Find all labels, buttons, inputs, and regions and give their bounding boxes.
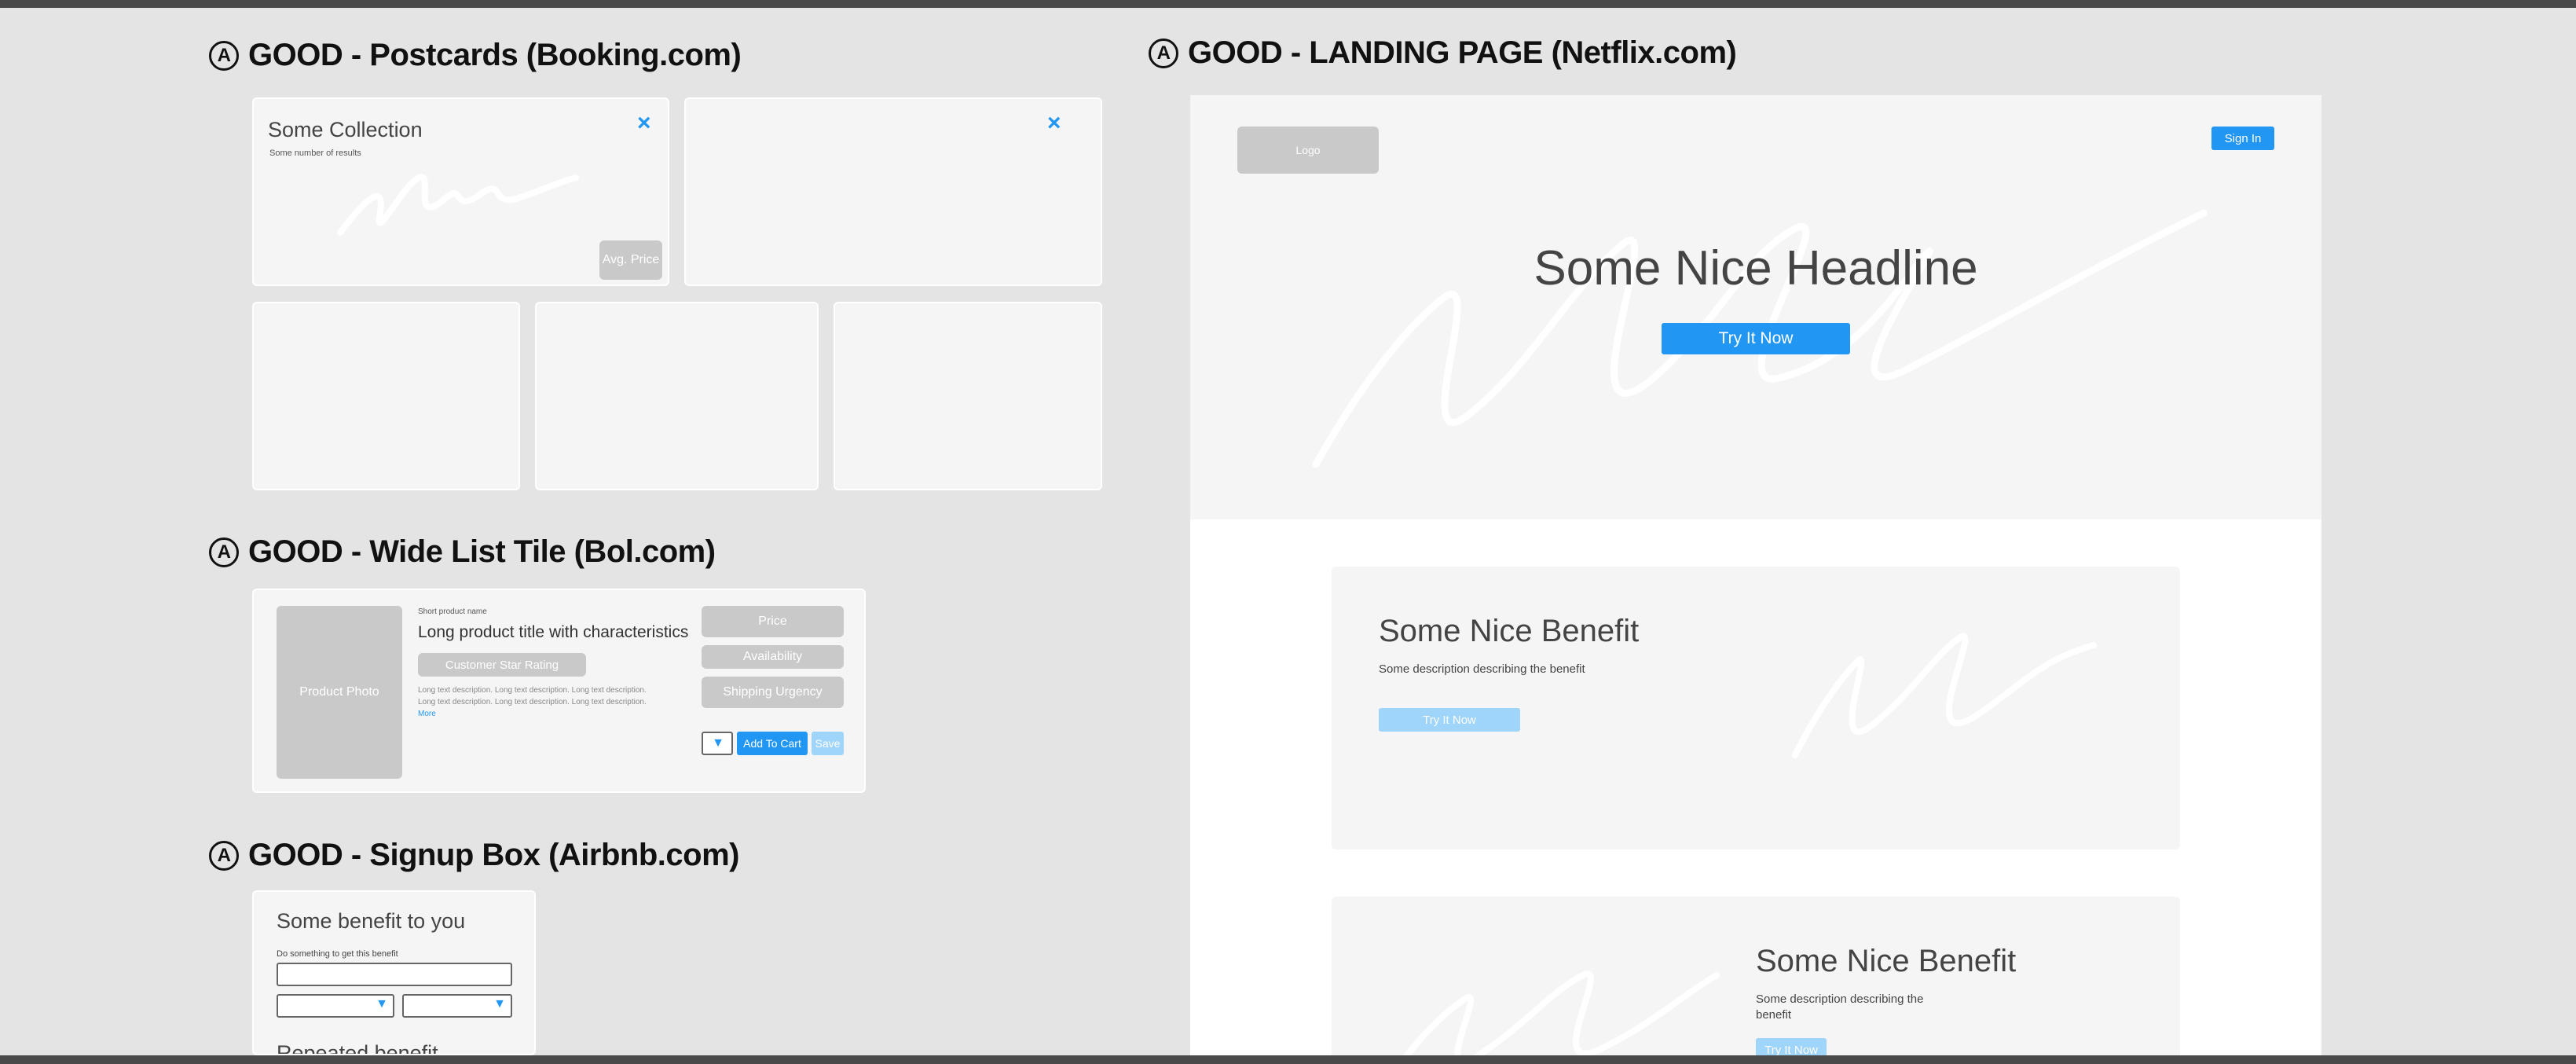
save-button[interactable]: Save xyxy=(812,732,844,755)
signup-title: Some benefit to you xyxy=(277,909,466,933)
customer-star-rating: Customer Star Rating xyxy=(418,653,586,677)
section-title-postcards: A GOOD - Postcards (Booking.com) xyxy=(209,38,742,73)
signup-select-1[interactable]: ▼ xyxy=(277,994,394,1018)
close-icon[interactable]: × xyxy=(637,112,651,135)
section-title-wide-list: A GOOD - Wide List Tile (Bol.com) xyxy=(209,534,716,570)
benefit-card-2: Some Nice Benefit Some description descr… xyxy=(1332,897,2180,1055)
benefit-description: Some description describing the benefit xyxy=(1379,662,1585,676)
description-line-1: Long text description. Long text descrip… xyxy=(418,686,647,695)
postcard-main[interactable]: Some Collection Some number of results ×… xyxy=(252,97,669,286)
section-title-signup: A GOOD - Signup Box (Airbnb.com) xyxy=(209,838,739,873)
repeated-benefit-title: Repeated benefit xyxy=(277,1041,438,1055)
landing-page-frame: Logo Sign In Some Nice Headline Try It N… xyxy=(1190,95,2321,1055)
badge-a-icon: A xyxy=(1149,38,1178,68)
benefit-card-1: Some Nice Benefit Some description descr… xyxy=(1332,567,2180,849)
wide-list-tile[interactable]: Product Photo Short product name Long pr… xyxy=(252,589,866,793)
postcard-small-3[interactable] xyxy=(834,302,1102,490)
benefit-scribble-icon xyxy=(1403,970,1720,1055)
scribble-decoration-icon xyxy=(337,174,579,236)
avg-price-button[interactable]: Avg. Price xyxy=(599,240,662,280)
signup-field-label: Do something to get this benefit xyxy=(277,949,398,959)
close-icon[interactable]: × xyxy=(1047,112,1061,135)
hero-cta-button[interactable]: Try It Now xyxy=(1662,323,1850,354)
benefit-title: Some Nice Benefit xyxy=(1379,614,1640,648)
long-product-title[interactable]: Long product title with characteristics xyxy=(418,623,688,642)
short-product-name: Short product name xyxy=(418,607,487,616)
section-title-landing: A GOOD - LANDING PAGE (Netflix.com) xyxy=(1149,35,1737,71)
landing-logo[interactable]: Logo xyxy=(1237,127,1379,174)
signup-input[interactable] xyxy=(277,963,512,986)
quantity-select[interactable]: ▼ xyxy=(702,732,733,755)
badge-a-icon: A xyxy=(209,537,239,567)
availability-box: Availability xyxy=(702,645,844,669)
benefit-description-line-2: benefit xyxy=(1756,1008,1792,1022)
section-title-text: GOOD - Signup Box (Airbnb.com) xyxy=(248,838,739,872)
section-title-text: GOOD - Postcards (Booking.com) xyxy=(248,38,742,72)
description-line-2: Long text description. Long text descrip… xyxy=(418,698,647,706)
postcard-small-2[interactable] xyxy=(535,302,819,490)
benefit-title: Some Nice Benefit xyxy=(1756,944,2017,978)
chevron-down-icon: ▼ xyxy=(493,997,506,1011)
more-link[interactable]: More xyxy=(418,710,436,718)
shipping-urgency-box: Shipping Urgency xyxy=(702,677,844,708)
chevron-down-icon: ▼ xyxy=(712,736,724,750)
hero-headline: Some Nice Headline xyxy=(1534,241,1978,295)
badge-a-icon: A xyxy=(209,40,239,71)
chevron-down-icon: ▼ xyxy=(376,997,388,1011)
postcard-secondary[interactable]: × xyxy=(684,97,1102,286)
badge-a-icon: A xyxy=(209,840,239,871)
sign-in-button[interactable]: Sign In xyxy=(2211,127,2274,150)
bottom-border-bar xyxy=(0,1055,2576,1064)
benefit-description: Some description describing the xyxy=(1756,992,1924,1006)
section-title-text: GOOD - LANDING PAGE (Netflix.com) xyxy=(1188,35,1737,70)
postcard-subtitle: Some number of results xyxy=(269,149,361,158)
signup-select-2[interactable]: ▼ xyxy=(402,994,512,1018)
benefit-cta-button[interactable]: Try It Now xyxy=(1379,708,1520,732)
benefit-scribble-icon xyxy=(1792,633,2097,758)
benefit-cta-button[interactable]: Try It Now xyxy=(1756,1038,1827,1055)
product-photo: Product Photo xyxy=(277,606,402,779)
signup-box: Some benefit to you Do something to get … xyxy=(252,890,536,1055)
top-border-bar xyxy=(0,0,2576,8)
add-to-cart-button[interactable]: Add To Cart xyxy=(737,732,808,755)
price-box: Price xyxy=(702,606,844,637)
postcard-title: Some Collection xyxy=(268,118,423,141)
landing-hero: Logo Sign In Some Nice Headline Try It N… xyxy=(1190,95,2321,519)
section-title-text: GOOD - Wide List Tile (Bol.com) xyxy=(248,534,716,569)
postcard-small-1[interactable] xyxy=(252,302,520,490)
